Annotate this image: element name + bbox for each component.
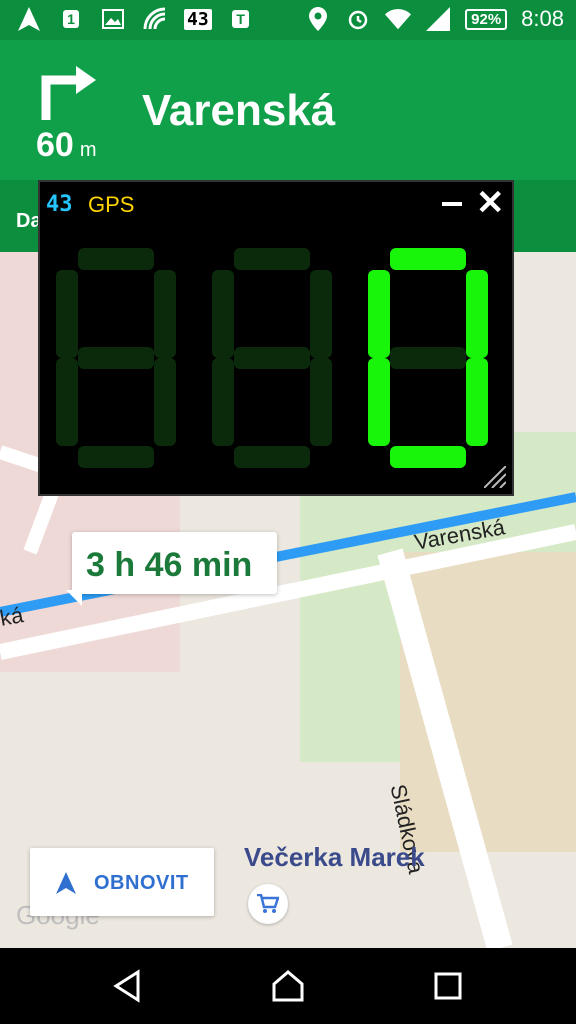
alarm-icon (345, 6, 371, 32)
shopping-cart-icon[interactable] (248, 884, 288, 924)
turn-right-icon (41, 66, 96, 120)
segment (154, 270, 176, 358)
segment (154, 358, 176, 446)
turn-distance: 60 m (36, 126, 97, 165)
segment (234, 347, 310, 369)
system-nav-bar (0, 948, 576, 1024)
speedometer-widget[interactable]: 43 GPS ✕ (38, 180, 514, 496)
distance-unit: m (79, 139, 97, 161)
segment (466, 270, 488, 358)
segment (368, 270, 390, 358)
next-street-name: Varenská (142, 86, 336, 135)
seven-segment-display (56, 248, 488, 468)
location-pin-icon (305, 6, 331, 32)
navigation-arrow-icon (56, 872, 76, 894)
cell-signal-icon (425, 6, 451, 32)
image-icon (100, 6, 126, 32)
obnovit-button[interactable]: OBNOVIT (30, 848, 214, 916)
wifi-icon (385, 6, 412, 32)
recents-icon[interactable] (430, 968, 466, 1004)
eta-text: 3 h 46 min (86, 546, 253, 584)
distance-value: 60 (36, 126, 74, 164)
nfc-signal-icon (142, 6, 168, 32)
status-time: 8:08 (521, 6, 564, 31)
segment (56, 358, 78, 446)
segment (56, 270, 78, 358)
segment (78, 248, 154, 270)
segment (368, 358, 390, 446)
calendar-badge: 1 (63, 10, 79, 28)
obnovit-label: OBNOVIT (94, 872, 189, 894)
segment (234, 248, 310, 270)
road-label-left: ká (0, 602, 26, 631)
speed-notification-badge: 43 (184, 8, 212, 30)
segment (310, 270, 332, 358)
battery-indicator: 92% (465, 8, 508, 30)
navigation-header: 60 m Varenská (0, 40, 576, 180)
message-badge: T (232, 10, 249, 28)
segment (390, 347, 466, 369)
segment (234, 446, 310, 468)
segment (390, 446, 466, 468)
resize-handle-icon[interactable] (484, 466, 506, 488)
segment (310, 358, 332, 446)
calendar-icon: 1 (58, 6, 84, 32)
segment (390, 248, 466, 270)
segment (212, 358, 234, 446)
status-bar: 1 43 T 92% 8:08 (0, 0, 576, 40)
segment (466, 358, 488, 446)
segment (78, 446, 154, 468)
segment (78, 347, 154, 369)
eta-bubble[interactable]: 3 h 46 min (66, 532, 277, 606)
poi-name[interactable]: Večerka Marek (244, 842, 425, 873)
message-icon: T (228, 6, 254, 32)
back-icon[interactable] (110, 968, 146, 1004)
segment (212, 270, 234, 358)
home-icon[interactable] (270, 968, 306, 1004)
navigation-arrow-icon (16, 6, 42, 32)
